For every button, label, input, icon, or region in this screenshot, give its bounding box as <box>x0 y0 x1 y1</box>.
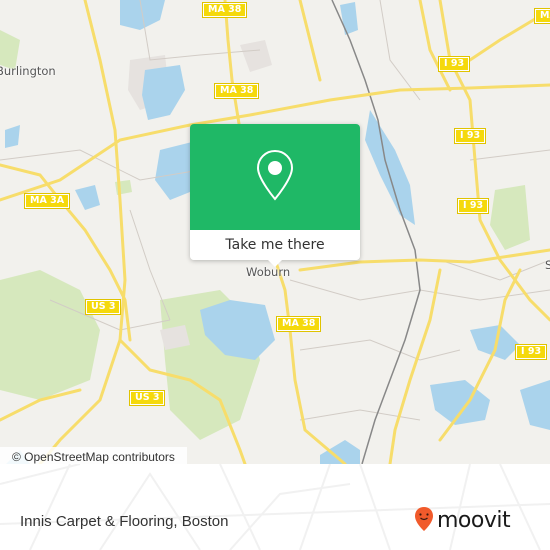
water-body <box>340 2 358 35</box>
water-body <box>365 110 415 225</box>
place-label-s: S <box>545 258 550 272</box>
water-body <box>520 380 550 430</box>
footer-bar: Innis Carpet & Flooring, Boston moovit <box>0 464 550 550</box>
moovit-wordmark: moovit <box>437 508 511 533</box>
take-me-there-button[interactable]: Take me there <box>190 230 360 260</box>
road-se <box>388 268 442 464</box>
map-attribution[interactable]: © OpenStreetMap contributors <box>0 447 187 464</box>
water-body <box>75 185 100 210</box>
route-shield-us3: US 3 <box>84 299 122 315</box>
route-shield-us3: US 3 <box>128 390 166 406</box>
water-body <box>5 125 20 148</box>
moovit-pin-icon <box>414 506 434 536</box>
attribution-text: © OpenStreetMap contributors <box>12 450 175 464</box>
route-shield-i93: I 93 <box>453 128 487 144</box>
route-shield-ma: MA <box>534 8 550 24</box>
place-label-woburn: Woburn <box>246 265 291 279</box>
popup-tail <box>267 259 283 267</box>
water-body <box>142 65 185 120</box>
place-title: Innis Carpet & Flooring, Boston <box>20 513 229 530</box>
road-north <box>298 0 322 82</box>
park-area <box>0 270 100 400</box>
route-shield-ma38: MA 38 <box>213 83 260 99</box>
road-i93 <box>438 0 550 322</box>
map-pin-icon <box>256 149 294 205</box>
route-shield-ma38: MA 38 <box>201 2 248 18</box>
map-view[interactable]: Burlington Woburn Winchester S MA 38 MA … <box>0 0 550 464</box>
route-shield-ma38: MA 38 <box>275 316 322 332</box>
park-area <box>490 185 530 250</box>
popup-header <box>190 124 360 230</box>
location-popup: Take me there <box>190 124 360 267</box>
route-shield-ma3a: MA 3A <box>23 193 71 209</box>
route-shield-i93: I 93 <box>456 198 490 214</box>
route-shield-i93: I 93 <box>514 344 548 360</box>
water-body <box>430 380 490 425</box>
route-shield-i93: I 93 <box>437 56 471 72</box>
moovit-logo[interactable]: moovit <box>414 506 511 536</box>
urban-area <box>240 40 272 72</box>
road-i93b <box>418 0 452 92</box>
place-label-burlington: Burlington <box>0 64 56 78</box>
